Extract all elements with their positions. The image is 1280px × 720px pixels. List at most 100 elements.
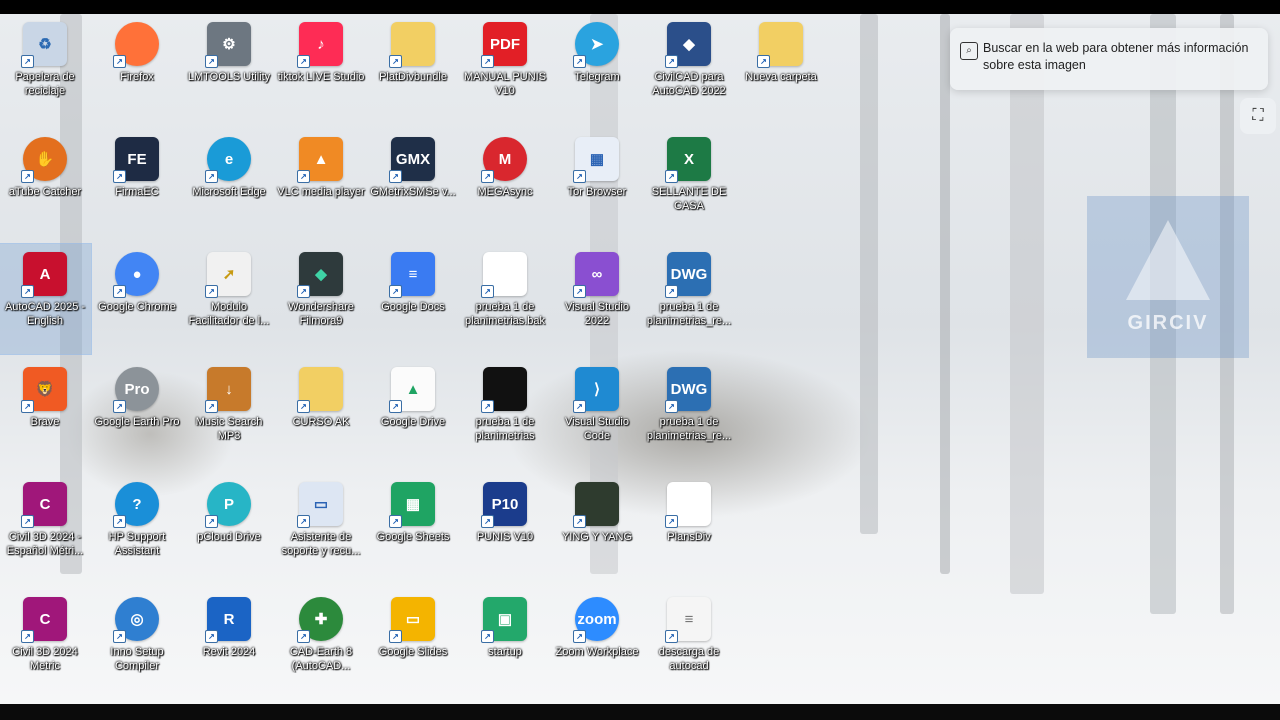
desktop-icon-label: MEGAsync [477, 186, 533, 198]
desktop-icon[interactable]: C ↗ Civil 3D 2024 - Español Métri... [0, 474, 91, 584]
cadearth-icon: ✚ ↗ [297, 597, 343, 643]
shortcut-arrow-icon: ↗ [205, 170, 218, 183]
desktop-icon[interactable]: ♻ ↗ Papelera de reciclaje [0, 14, 91, 124]
shortcut-arrow-icon: ↗ [113, 630, 126, 643]
desktop-icon[interactable]: zoom ↗ Zoom Workplace [551, 589, 643, 699]
edge-icon: e ↗ [205, 137, 251, 183]
desktop-icon-label: MANUAL PUNIS V10 [463, 71, 547, 97]
desktop-icon[interactable]: ➚ ↗ Modulo Facilitador de l... [183, 244, 275, 354]
desktop-icon[interactable]: ∞ ↗ Visual Studio 2022 [551, 244, 643, 354]
desktop-icon[interactable]: ≡ ↗ Google Docs [367, 244, 459, 354]
cursor-icon: ➚ ↗ [205, 252, 251, 298]
desktop-icon[interactable]: ◎ ↗ Inno Setup Compiler [91, 589, 183, 699]
tree-trunk [940, 14, 950, 574]
desktop-icon[interactable]: ↗ Nueva carpeta [735, 14, 827, 124]
shortcut-arrow-icon: ↗ [389, 285, 402, 298]
shortcut-arrow-icon: ↗ [297, 170, 310, 183]
desktop-icon-label: Civil 3D 2024 Metric [12, 646, 78, 672]
desktop-icon[interactable]: P10 ↗ PUNIS V10 [459, 474, 551, 584]
shortcut-arrow-icon: ↗ [665, 515, 678, 528]
desktop-icon[interactable]: ▣ ↗ startup [459, 589, 551, 699]
shortcut-arrow-icon: ↗ [665, 630, 678, 643]
desktop-icon[interactable]: ▭ ↗ Asistente de soporte y recu... [275, 474, 367, 584]
desktop-icon-label: Firefox [120, 71, 154, 83]
desktop-icon[interactable]: ≡ ↗ descarga de autocad [643, 589, 735, 699]
desktop-icon[interactable]: ⟩ ↗ Visual Studio Code [551, 359, 643, 469]
desktop-icon[interactable]: ↗ YING Y YANG [551, 474, 643, 584]
desktop-icon[interactable]: ↗ CURSO AK [275, 359, 367, 469]
desktop-icon-label: Tor Browser [567, 186, 627, 198]
atube-icon: ✋ ↗ [21, 137, 67, 183]
desktop-icon[interactable]: ▭ ↗ Google Slides [367, 589, 459, 699]
desktop-icon[interactable]: ◆ ↗ Wondershare Filmora9 [275, 244, 367, 354]
autocad-icon: A ↗ [21, 252, 67, 298]
desktop-icon-label: AutoCAD 2025 - English [4, 301, 86, 327]
desktop-icon[interactable]: ▦ ↗ Google Sheets [367, 474, 459, 584]
desktop-icon[interactable]: ◆ ↗ CivilCAD para AutoCAD 2022 [643, 14, 735, 124]
desktop-icon[interactable]: C ↗ Civil 3D 2024 Metric [0, 589, 91, 699]
desktop-icon[interactable]: PDF ↗ MANUAL PUNIS V10 [459, 14, 551, 124]
desktop-icon[interactable]: ⚙ ↗ LMTOOLS Utility [183, 14, 275, 124]
desktop-icon[interactable]: R ↗ Revit 2024 [183, 589, 275, 699]
desktop-icon[interactable]: ● ↗ Google Chrome [91, 244, 183, 354]
civil3d-icon: C ↗ [21, 482, 67, 528]
shortcut-arrow-icon: ↗ [21, 400, 34, 413]
screenshot-lens-button[interactable]: ⛶ [1240, 98, 1276, 134]
desktop-icon[interactable]: A ↗ AutoCAD 2025 - English [0, 243, 92, 355]
shortcut-arrow-icon: ↗ [481, 170, 494, 183]
desktop-icon[interactable]: ↗ PlatDivbundle [367, 14, 459, 124]
firmaec-icon: FE ↗ [113, 137, 159, 183]
shortcut-arrow-icon: ↗ [389, 55, 402, 68]
revit-icon: R ↗ [205, 597, 251, 643]
desktop-icon[interactable]: Pro ↗ Google Earth Pro [91, 359, 183, 469]
desktop-icon-label: prueba 1 de planimetrias [475, 416, 535, 442]
trash-icon: ♻ ↗ [21, 22, 67, 68]
shortcut-arrow-icon: ↗ [205, 515, 218, 528]
desktop-icon[interactable]: ↗ PlansDiv [643, 474, 735, 584]
shortcut-arrow-icon: ↗ [389, 400, 402, 413]
desktop-icon[interactable]: ▦ ↗ Tor Browser [551, 129, 643, 239]
visual-studio-icon: ∞ ↗ [573, 252, 619, 298]
desktop-icon[interactable]: M ↗ MEGAsync [459, 129, 551, 239]
desktop-icon[interactable]: ? ↗ HP Support Assistant [91, 474, 183, 584]
chrome-icon: ● ↗ [113, 252, 159, 298]
watermark-logo-mark [1126, 220, 1210, 300]
docs-icon: ≡ ↗ [389, 252, 435, 298]
dwg-icon: DWG ↗ [665, 367, 711, 413]
desktop-icon[interactable]: 🦁 ↗ Brave [0, 359, 91, 469]
desktop-icon-label: Visual Studio Code [564, 416, 629, 442]
desktop-icon[interactable]: DWG ↗ prueba 1 de planimetrias_re... [643, 359, 735, 469]
desktop-icon[interactable]: ▲ ↗ Google Drive [367, 359, 459, 469]
desktop-icon[interactable]: ↓ ↗ Music Search MP3 [183, 359, 275, 469]
desktop-icon[interactable]: ↗ Firefox [91, 14, 183, 124]
desktop-icon[interactable]: P ↗ pCloud Drive [183, 474, 275, 584]
startup-icon: ▣ ↗ [481, 597, 527, 643]
desktop-icon[interactable]: DWG ↗ prueba 1 de planimetrias_re... [643, 244, 735, 354]
file-icon: ↗ [665, 482, 711, 528]
desktop-icon-label: VLC media player [277, 186, 365, 198]
desktop-icon[interactable]: ▲ ↗ VLC media player [275, 129, 367, 239]
desktop-icon[interactable]: X ↗ SELLANTE DE CASA [643, 129, 735, 239]
desktop-icon[interactable]: GMX ↗ GMetrixSMSe v... [367, 129, 459, 239]
desktop-icon[interactable]: ♪ ↗ tiktok LIVE Studio [275, 14, 367, 124]
desktop-icon[interactable]: e ↗ Microsoft Edge [183, 129, 275, 239]
shortcut-arrow-icon: ↗ [297, 515, 310, 528]
desktop-icon-label: Asistente de soporte y recu... [281, 531, 361, 557]
visual-search-bubble[interactable]: ⌕ Buscar en la web para obtener más info… [950, 28, 1268, 90]
desktop-icon[interactable]: ✋ ↗ aTube Catcher [0, 129, 91, 239]
inno-icon: ◎ ↗ [113, 597, 159, 643]
desktop-icon-label: CAD-Earth 8 (AutoCAD... [289, 646, 353, 672]
desktop-icon-label: prueba 1 de planimetrias_re... [646, 416, 732, 442]
desktop-icon[interactable]: ↗ prueba 1 de planimetrias.bak [459, 244, 551, 354]
firefox-icon: ↗ [113, 22, 159, 68]
desktop-icon-label: YING Y YANG [561, 531, 633, 543]
desktop-icon[interactable]: FE ↗ FirmaEC [91, 129, 183, 239]
desktop-icon[interactable]: ➤ ↗ Telegram [551, 14, 643, 124]
filmora-icon: ◆ ↗ [297, 252, 343, 298]
desktop-icon[interactable]: ↗ prueba 1 de planimetrias [459, 359, 551, 469]
shortcut-arrow-icon: ↗ [297, 55, 310, 68]
shortcut-arrow-icon: ↗ [481, 630, 494, 643]
desktop-icon[interactable]: ✚ ↗ CAD-Earth 8 (AutoCAD... [275, 589, 367, 699]
brave-icon: 🦁 ↗ [21, 367, 67, 413]
shortcut-arrow-icon: ↗ [665, 285, 678, 298]
